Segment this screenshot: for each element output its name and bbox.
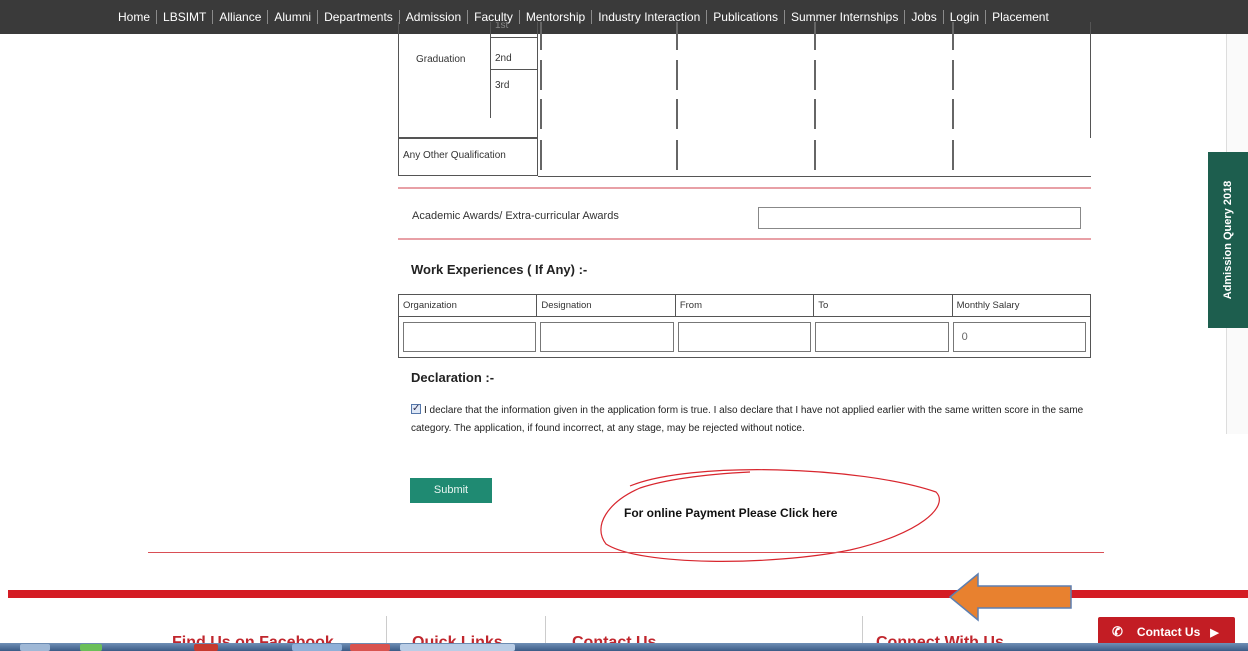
awards-input[interactable]: [758, 207, 1081, 229]
grad-1st-input-3[interactable]: [814, 22, 816, 50]
declaration-block: I declare that the information given in …: [411, 400, 1091, 438]
taskbar-app-icon[interactable]: [80, 644, 102, 651]
os-taskbar: [0, 643, 1248, 651]
admission-query-label: Admission Query 2018: [1222, 180, 1234, 300]
contact-us-label: Contact Us: [1136, 625, 1201, 639]
grad-2nd-input-1[interactable]: [540, 60, 542, 90]
grid-bottom-border: [538, 176, 1091, 177]
taskbar-app-icon[interactable]: [194, 644, 218, 651]
to-input[interactable]: [815, 322, 949, 352]
work-table-header: Organization Designation From To Monthly…: [399, 295, 1090, 317]
work-experience-heading: Work Experiences ( If Any) :-: [411, 262, 588, 277]
year-2nd-label: 2nd: [491, 48, 537, 70]
designation-input[interactable]: [540, 322, 674, 352]
column-header-to: To: [813, 295, 951, 316]
section-divider: [398, 187, 1091, 189]
grad-3rd-input-3[interactable]: [814, 99, 816, 129]
start-button-icon[interactable]: [20, 644, 50, 651]
nav-item-login[interactable]: Login: [942, 10, 985, 24]
taskbar-app-icon[interactable]: [400, 644, 515, 651]
footer-divider: [545, 616, 546, 646]
other-qualification-label: Any Other Qualification: [398, 138, 538, 176]
grad-2nd-input-2[interactable]: [676, 60, 678, 90]
arrow-left-icon: [948, 572, 1072, 622]
column-header-from: From: [674, 295, 813, 316]
nav-item-summer-internships[interactable]: Summer Internships: [783, 10, 904, 24]
grad-2nd-input-3[interactable]: [814, 60, 816, 90]
declaration-heading: Declaration :-: [411, 370, 495, 385]
other-qual-input-2[interactable]: [676, 140, 678, 170]
declaration-checkbox[interactable]: [411, 400, 421, 418]
online-payment-link[interactable]: For online Payment Please Click here: [624, 506, 837, 520]
graduation-label: Graduation: [416, 54, 466, 65]
nav-item-alliance[interactable]: Alliance: [212, 10, 267, 24]
monthly-salary-input[interactable]: [952, 322, 1087, 352]
grad-1st-input-2[interactable]: [676, 22, 678, 50]
nav-item-alumni[interactable]: Alumni: [267, 10, 317, 24]
other-qual-input-1[interactable]: [540, 140, 542, 170]
nav-item-lbsimt[interactable]: LBSIMT: [156, 10, 212, 24]
year-1st-label: 1st: [491, 22, 537, 38]
nav-item-placement[interactable]: Placement: [985, 10, 1055, 24]
work-table-row: [399, 317, 1090, 357]
top-nav: Home LBSIMT Alliance Alumni Departments …: [0, 0, 1248, 34]
other-qual-input-3[interactable]: [814, 140, 816, 170]
admission-query-tab[interactable]: Admission Query 2018: [1208, 152, 1248, 328]
content-divider: [148, 552, 1104, 553]
grad-3rd-input-2[interactable]: [676, 99, 678, 129]
awards-label: Academic Awards/ Extra-curricular Awards: [412, 210, 619, 222]
declaration-text: I declare that the information given in …: [411, 405, 1084, 434]
grad-1st-input-1[interactable]: [540, 22, 542, 50]
nav-item-publications[interactable]: Publications: [706, 10, 784, 24]
grad-2nd-input-4[interactable]: [952, 60, 954, 90]
work-experience-table: Organization Designation From To Monthly…: [398, 294, 1091, 358]
footer-divider: [862, 616, 863, 646]
column-header-designation: Designation: [536, 295, 674, 316]
other-qual-input-4[interactable]: [952, 140, 954, 170]
taskbar-app-icon[interactable]: [292, 644, 342, 651]
year-3rd-label: 3rd: [495, 80, 510, 91]
from-input[interactable]: [677, 322, 812, 352]
grid-right-border: [1090, 22, 1091, 138]
phone-icon: ✆: [1112, 624, 1123, 639]
nav-item-departments[interactable]: Departments: [317, 10, 399, 24]
column-header-monthly-salary: Monthly Salary: [951, 295, 1090, 316]
column-header-organization: Organization: [403, 300, 457, 311]
grad-3rd-input-1[interactable]: [540, 99, 542, 129]
submit-button[interactable]: Submit: [410, 478, 492, 503]
page: Home LBSIMT Alliance Alumni Departments …: [0, 0, 1248, 651]
caret-right-icon: ▶: [1210, 626, 1219, 639]
nav-item-industry-interaction[interactable]: Industry Interaction: [591, 10, 706, 24]
nav-item-jobs[interactable]: Jobs: [904, 10, 942, 24]
nav-item-home[interactable]: Home: [112, 10, 156, 24]
section-divider: [398, 238, 1091, 240]
taskbar-app-icon[interactable]: [350, 644, 390, 651]
grad-3rd-input-4[interactable]: [952, 99, 954, 129]
organization-input[interactable]: [403, 322, 537, 352]
grad-1st-input-4[interactable]: [952, 22, 954, 50]
footer-divider: [386, 616, 387, 646]
